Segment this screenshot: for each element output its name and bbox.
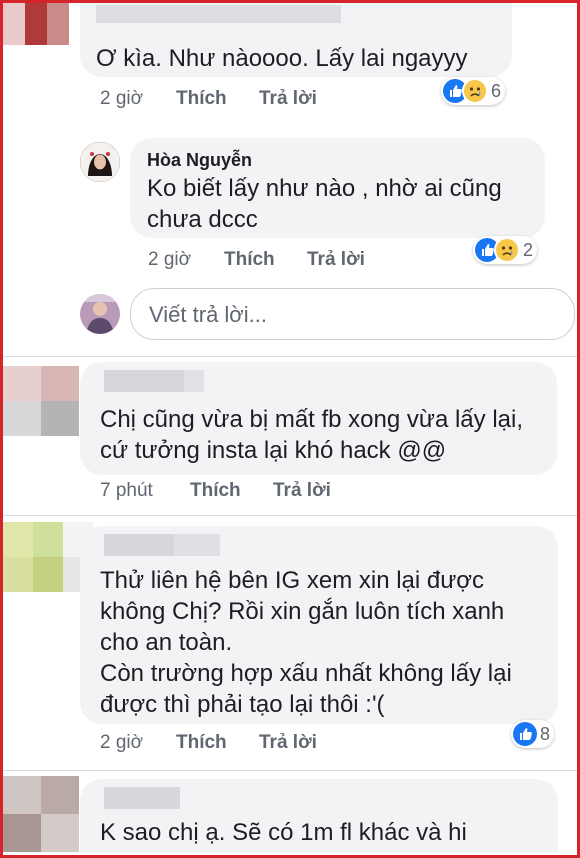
author-name-blurred [96,5,341,23]
comment-time: 2 giờ [148,249,192,270]
comment-time: 7 phút [100,480,153,501]
comment-text: Ko biết lấy như nào , nhờ ai cũng chưa d… [147,175,502,233]
comment-text: Chị cũng vừa bị mất fb xong vừa lấy lại,… [100,406,523,464]
comment-bubble: Chị cũng vừa bị mất fb xong vừa lấy lại,… [80,362,557,475]
comment-actions: 2 giờ Thích Trả lời [148,249,365,271]
comment-bubble: Thử liên hệ bên IG xem xin lại được khôn… [80,526,558,724]
author-name-blurred [184,370,204,392]
like-button[interactable]: Thích [176,732,259,754]
reaction-count: 2 [523,239,534,260]
author-name[interactable]: Hòa Nguyễn [147,150,252,171]
comment-bubble: Hòa Nguyễn Ko biết lấy như nào , nhờ ai … [130,138,545,238]
comment-time: 2 giờ [100,88,144,109]
like-button[interactable]: Thích [190,480,273,502]
reaction-summary[interactable]: 6 [441,77,506,105]
reaction-count: 8 [540,723,551,744]
author-name-blurred [174,534,220,556]
comment-actions: 2 giờ Thích Trả lời [100,88,317,110]
current-user-avatar[interactable] [80,294,120,334]
comment-time: 2 giờ [100,732,144,753]
author-name-blurred [104,370,184,392]
like-button[interactable]: Thích [176,88,259,110]
reaction-summary[interactable]: 2 [473,236,538,264]
reply-input[interactable]: Viết trả lời... [130,288,575,340]
reply-button[interactable]: Trả lời [273,480,331,502]
reply-button[interactable]: Trả lời [259,732,317,754]
comment-text: Thử liên hệ bên IG xem xin lại được khôn… [100,567,512,718]
hoa-nguyen-avatar[interactable] [80,142,120,182]
reaction-count: 6 [491,80,502,101]
comment-actions: 7 phút Thích Trả lời [100,480,331,502]
reply-button[interactable]: Trả lời [259,88,317,110]
commenter-avatar-blurred[interactable] [3,776,79,852]
commenter-avatar-blurred[interactable] [3,366,79,436]
sad-icon [462,78,488,104]
comment-text: K sao chị ạ. Sẽ có 1m fl khác và hi [100,819,467,846]
reply-placeholder: Viết trả lời... [149,302,267,327]
like-icon [513,722,537,746]
comment-text: Ơ kìa. Như nàoooo. Lấy lai ngayyy [96,45,468,72]
comment-actions: 2 giờ Thích Trả lời [100,732,317,754]
sad-icon [494,237,520,263]
reply-button[interactable]: Trả lời [307,249,365,271]
comment-divider [3,356,577,357]
comment-bubble: K sao chị ạ. Sẽ có 1m fl khác và hi [80,779,558,852]
comment-bubble: Ơ kìa. Như nàoooo. Lấy lai ngayyy [80,3,512,77]
reaction-summary[interactable]: 8 [511,720,555,748]
author-name-blurred [104,787,180,809]
comment-divider [3,515,577,516]
comment-divider [3,770,577,771]
author-name-blurred [104,534,174,556]
like-button[interactable]: Thích [224,249,307,271]
commenter-avatar-blurred[interactable] [3,3,69,45]
